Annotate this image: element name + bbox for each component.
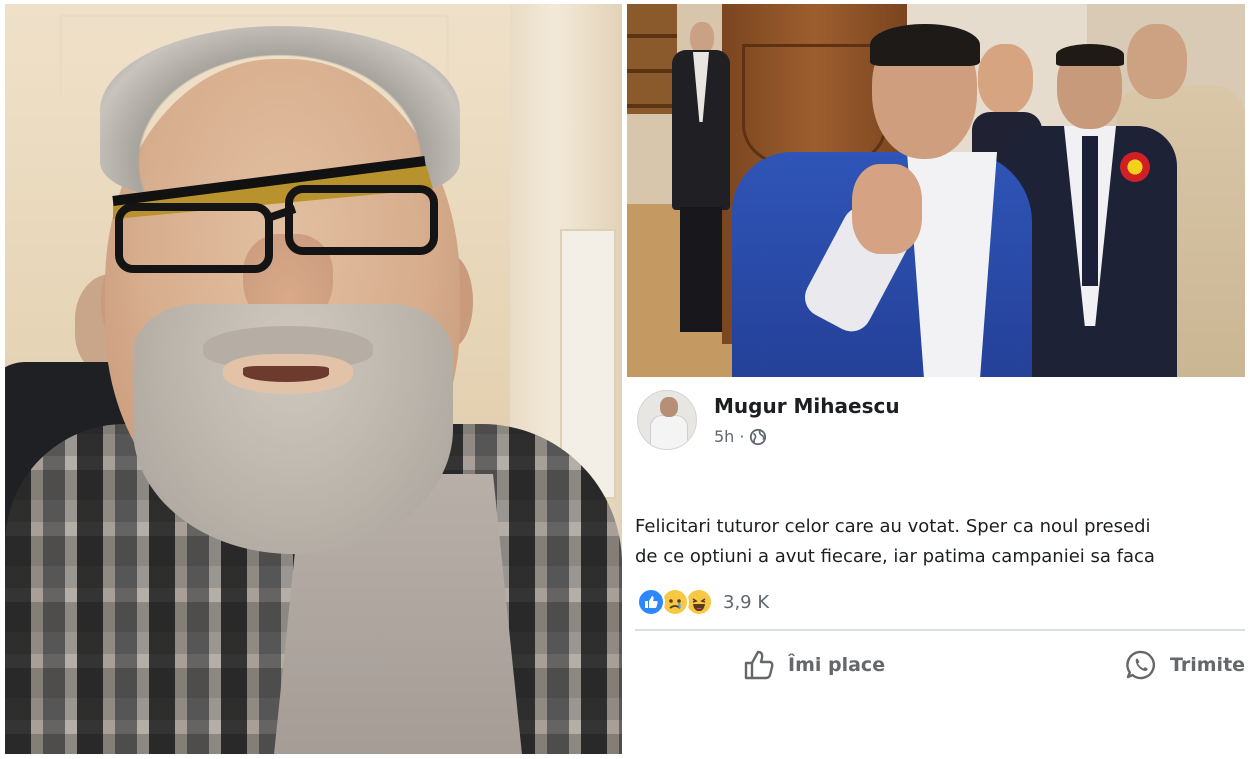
whatsapp-icon (1126, 650, 1155, 680)
globe-icon (750, 428, 767, 445)
right-photo-politicians (627, 4, 1245, 377)
author-avatar[interactable] (637, 390, 697, 450)
post-time[interactable]: 5h (714, 427, 734, 446)
like-button[interactable]: Îmi place (742, 648, 885, 682)
glasses-icon (112, 156, 438, 273)
reactions-summary[interactable]: 3,9 K (637, 588, 769, 616)
left-photo-man-with-glasses (5, 4, 622, 754)
raised-fist (852, 164, 922, 254)
man-blue-jacket-fist (732, 24, 1032, 377)
post-meta: 5h · (714, 427, 767, 446)
bearded-man (5, 4, 622, 754)
rosette-icon (1120, 152, 1150, 182)
share-button[interactable]: Trimite (1124, 648, 1245, 682)
share-button-label: Trimite (1170, 654, 1245, 676)
thumbs-up-icon (744, 650, 774, 680)
security-guard (672, 22, 730, 332)
post-body: Felicitari tuturor celor care au votat. … (635, 512, 1245, 572)
post-text-line: Felicitari tuturor celor care au votat. … (635, 516, 1151, 537)
like-button-label: Îmi place (788, 654, 886, 676)
reaction-count: 3,9 K (723, 591, 770, 613)
author-name[interactable]: Mugur Mihaescu (714, 394, 900, 418)
facebook-post: Mugur Mihaescu 5h · Felicitari tuturor c… (627, 378, 1245, 754)
post-divider (635, 629, 1245, 631)
bookshelf (627, 4, 677, 114)
sad-icon (661, 588, 689, 616)
meta-separator: · (739, 427, 745, 446)
haha-icon (685, 588, 713, 616)
like-icon (637, 588, 665, 616)
post-text-line: de ce optiuni a avut fiecare, iar patima… (635, 546, 1155, 567)
